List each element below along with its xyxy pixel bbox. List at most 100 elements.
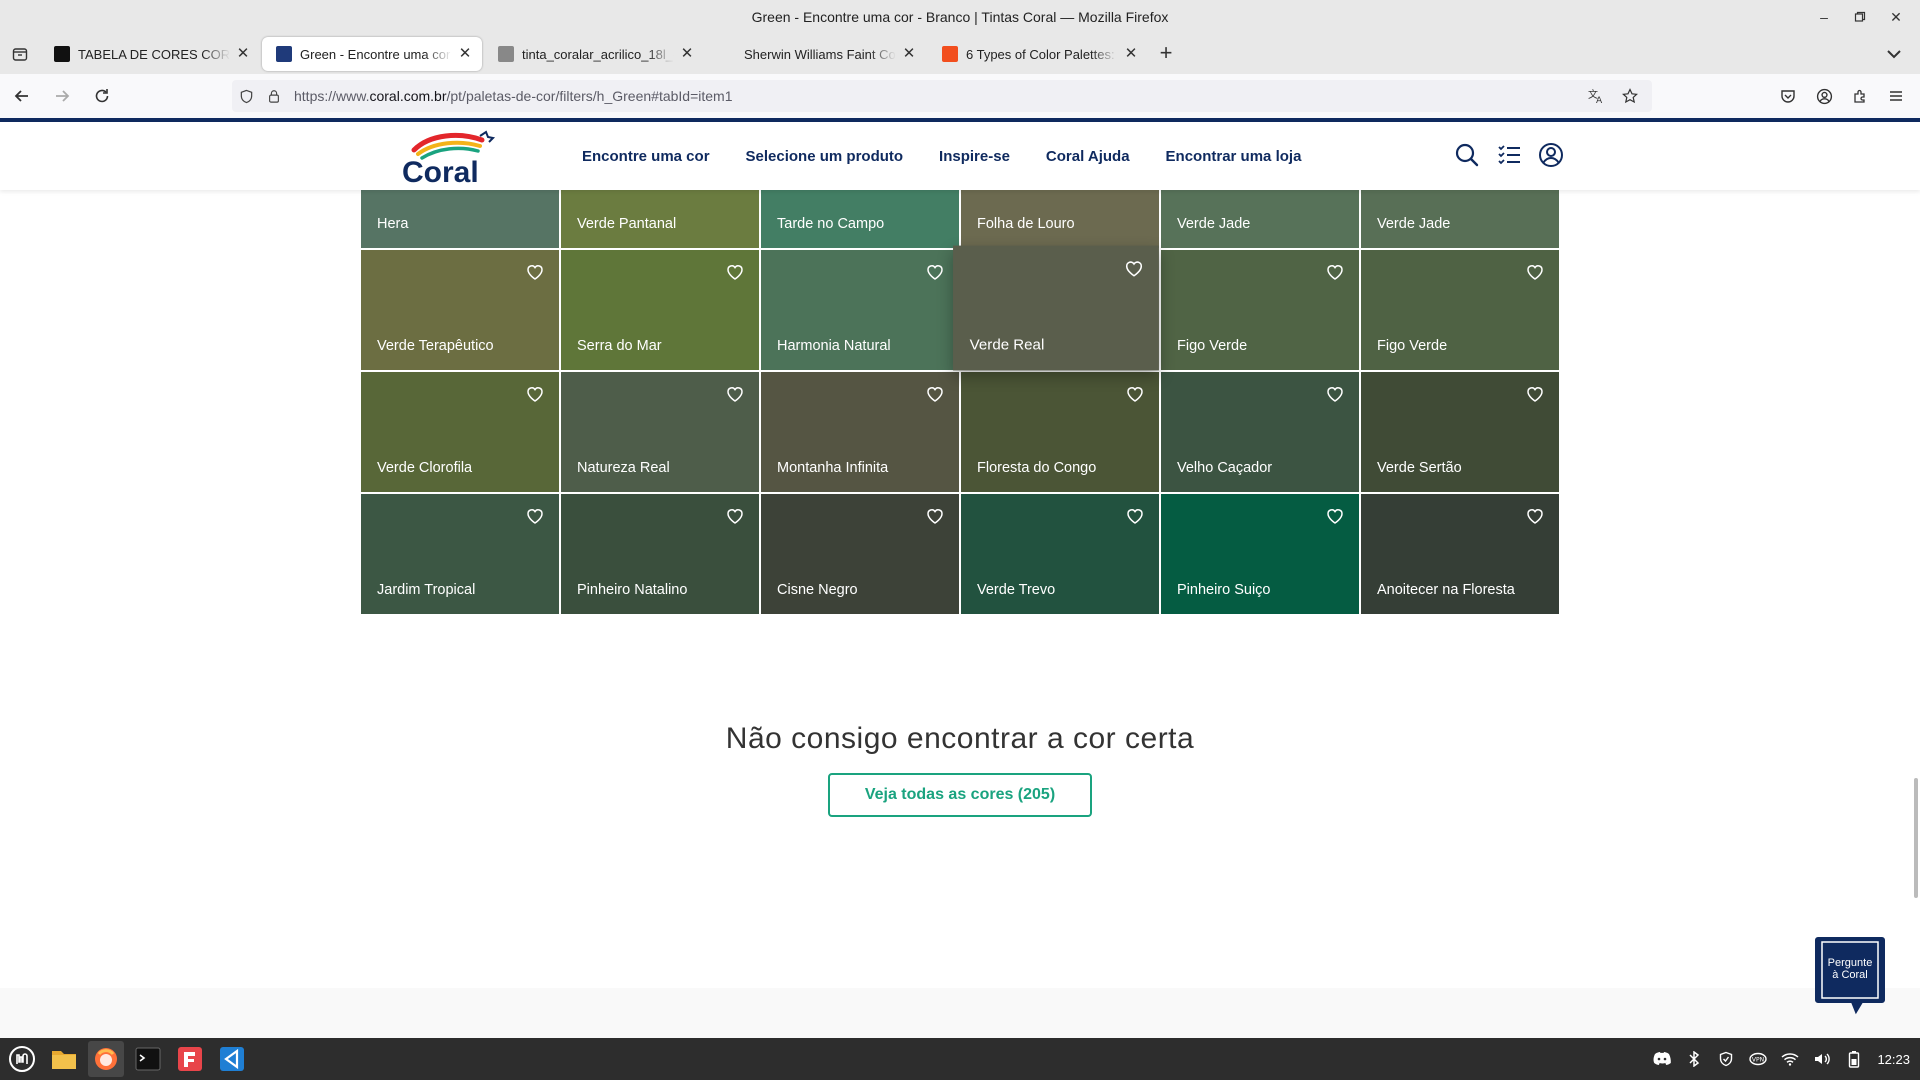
favorite-heart-icon[interactable] xyxy=(725,262,745,282)
back-button[interactable] xyxy=(4,78,40,114)
reload-icon xyxy=(95,89,109,103)
page-scrollbar[interactable] xyxy=(1914,778,1918,898)
reload-button[interactable] xyxy=(84,78,120,114)
color-swatch[interactable]: Floresta do Congo xyxy=(961,372,1159,492)
favorite-heart-icon[interactable] xyxy=(1325,384,1345,404)
cta-title: Não consigo encontrar a cor certa xyxy=(725,722,1195,755)
tab-close-icon[interactable]: ✕ xyxy=(900,45,918,63)
color-swatch[interactable]: Verde Trevo xyxy=(961,494,1159,614)
forward-button[interactable] xyxy=(44,78,80,114)
favorite-heart-icon[interactable] xyxy=(925,262,945,282)
color-swatch[interactable]: Natureza Real xyxy=(561,372,759,492)
tab-close-icon[interactable]: ✕ xyxy=(1122,45,1140,63)
tab-close-icon[interactable]: ✕ xyxy=(456,45,474,63)
favorite-heart-icon[interactable] xyxy=(725,384,745,404)
wifi-icon[interactable] xyxy=(1779,1048,1801,1070)
extensions-icon[interactable] xyxy=(1844,80,1876,112)
translate-icon[interactable]: 文A xyxy=(1582,82,1610,110)
tab-close-icon[interactable]: ✕ xyxy=(678,45,696,63)
color-name: Harmonia Natural xyxy=(777,338,891,354)
ask-coral-chat-button[interactable]: Pergunte à Coral xyxy=(1814,932,1886,1020)
color-swatch[interactable]: Pinheiro Suiço xyxy=(1161,494,1359,614)
battery-icon[interactable] xyxy=(1843,1048,1865,1070)
shield-icon[interactable] xyxy=(232,82,260,110)
svg-text:à Coral: à Coral xyxy=(1832,969,1867,981)
new-tab-button[interactable]: + xyxy=(1148,36,1184,72)
vscode-icon[interactable] xyxy=(214,1041,250,1077)
color-swatch[interactable]: Verde Sertão xyxy=(1361,372,1559,492)
browser-tab[interactable]: Sherwin Williams Faint Coral ✕ xyxy=(706,37,926,71)
color-swatch[interactable]: Verde Clorofila xyxy=(361,372,559,492)
favorite-heart-icon[interactable] xyxy=(1125,506,1145,526)
files-folder-icon[interactable] xyxy=(46,1041,82,1077)
chevron-down-icon[interactable] xyxy=(1882,42,1906,66)
browser-tab[interactable]: Green - Encontre uma cor - B✕ xyxy=(262,37,482,71)
bluetooth-icon[interactable] xyxy=(1683,1048,1705,1070)
terminal-icon[interactable] xyxy=(130,1041,166,1077)
favorite-heart-icon[interactable] xyxy=(725,506,745,526)
pocket-icon[interactable] xyxy=(1772,80,1804,112)
color-swatch[interactable]: Harmonia Natural xyxy=(761,250,959,370)
menu-icon[interactable] xyxy=(1880,80,1912,112)
favorite-heart-icon[interactable] xyxy=(1325,506,1345,526)
color-swatch[interactable]: Figo Verde xyxy=(1361,250,1559,370)
favorite-heart-icon[interactable] xyxy=(1325,262,1345,282)
figma-app-icon[interactable] xyxy=(172,1041,208,1077)
color-name: Verde Real xyxy=(969,337,1045,354)
color-swatch[interactable]: Montanha Infinita xyxy=(761,372,959,492)
color-swatch[interactable]: Cisne Negro xyxy=(761,494,959,614)
tab-close-icon[interactable]: ✕ xyxy=(234,45,252,63)
favorite-heart-icon[interactable] xyxy=(525,384,545,404)
taskbar-clock[interactable]: 12:23 xyxy=(1877,1052,1910,1067)
discord-icon[interactable] xyxy=(1651,1048,1673,1070)
mint-menu-icon[interactable] xyxy=(4,1041,40,1077)
site-nav-link[interactable]: Coral Ajuda xyxy=(1046,148,1130,165)
site-nav-link[interactable]: Encontre uma cor xyxy=(582,148,710,165)
security-shield-icon[interactable] xyxy=(1715,1048,1737,1070)
favorite-heart-icon[interactable] xyxy=(1525,506,1545,526)
color-swatch[interactable]: Serra do Mar xyxy=(561,250,759,370)
site-nav-link[interactable]: Selecione um produto xyxy=(746,148,904,165)
favorite-heart-icon[interactable] xyxy=(1124,258,1145,279)
checklist-icon[interactable] xyxy=(1494,140,1524,170)
favorite-heart-icon[interactable] xyxy=(925,384,945,404)
maximize-icon[interactable] xyxy=(1850,7,1870,27)
search-icon[interactable] xyxy=(1452,140,1482,170)
tabs: TABELA DE CORES CORAL – ✕Green - Encontr… xyxy=(40,37,1148,71)
tab-favicon-icon xyxy=(276,46,292,62)
bookmark-star-icon[interactable] xyxy=(1616,82,1644,110)
color-swatch[interactable]: Jardim Tropical xyxy=(361,494,559,614)
volume-icon[interactable] xyxy=(1811,1048,1833,1070)
browser-tab[interactable]: tinta_coralar_acrilico_18l_co ✕ xyxy=(484,37,704,71)
firefox-taskbar-icon[interactable] xyxy=(88,1041,124,1077)
favorite-heart-icon[interactable] xyxy=(1525,262,1545,282)
browser-tab[interactable]: 6 Types of Color Palettes: De ✕ xyxy=(928,37,1148,71)
favorite-heart-icon[interactable] xyxy=(1525,384,1545,404)
favorite-heart-icon[interactable] xyxy=(1125,384,1145,404)
account-icon[interactable] xyxy=(1808,80,1840,112)
site-nav-link[interactable]: Inspire-se xyxy=(939,148,1010,165)
color-swatch[interactable]: Anoitecer na Floresta xyxy=(1361,494,1559,614)
coral-logo[interactable]: Coral xyxy=(400,130,500,189)
minimize-icon[interactable]: – xyxy=(1814,7,1834,27)
url-bar[interactable]: https://www.coral.com.br/pt/paletas-de-c… xyxy=(232,80,1652,112)
view-all-colors-button[interactable]: Veja todas as cores (205) xyxy=(828,773,1092,817)
color-name: Pinheiro Natalino xyxy=(577,582,688,598)
browser-tab[interactable]: TABELA DE CORES CORAL – ✕ xyxy=(40,37,260,71)
color-swatch[interactable]: Verde Real xyxy=(953,245,1159,371)
color-swatch[interactable]: Figo Verde xyxy=(1161,250,1359,370)
firefox-view-icon[interactable] xyxy=(0,34,40,74)
favorite-heart-icon[interactable] xyxy=(925,506,945,526)
lock-icon[interactable] xyxy=(260,82,288,110)
user-profile-icon[interactable] xyxy=(1536,140,1566,170)
arrow-right-icon xyxy=(56,90,70,102)
color-swatch[interactable]: Pinheiro Natalino xyxy=(561,494,759,614)
favorite-heart-icon[interactable] xyxy=(525,262,545,282)
color-swatch[interactable]: Velho Caçador xyxy=(1161,372,1359,492)
close-window-icon[interactable]: ✕ xyxy=(1886,7,1906,27)
color-swatch[interactable]: Verde Terapêutico xyxy=(361,250,559,370)
site-nav-link[interactable]: Encontrar uma loja xyxy=(1166,148,1302,165)
favorite-heart-icon[interactable] xyxy=(525,506,545,526)
color-name: Verde Jade xyxy=(1377,216,1451,232)
vpn-icon[interactable]: VPN xyxy=(1747,1048,1769,1070)
